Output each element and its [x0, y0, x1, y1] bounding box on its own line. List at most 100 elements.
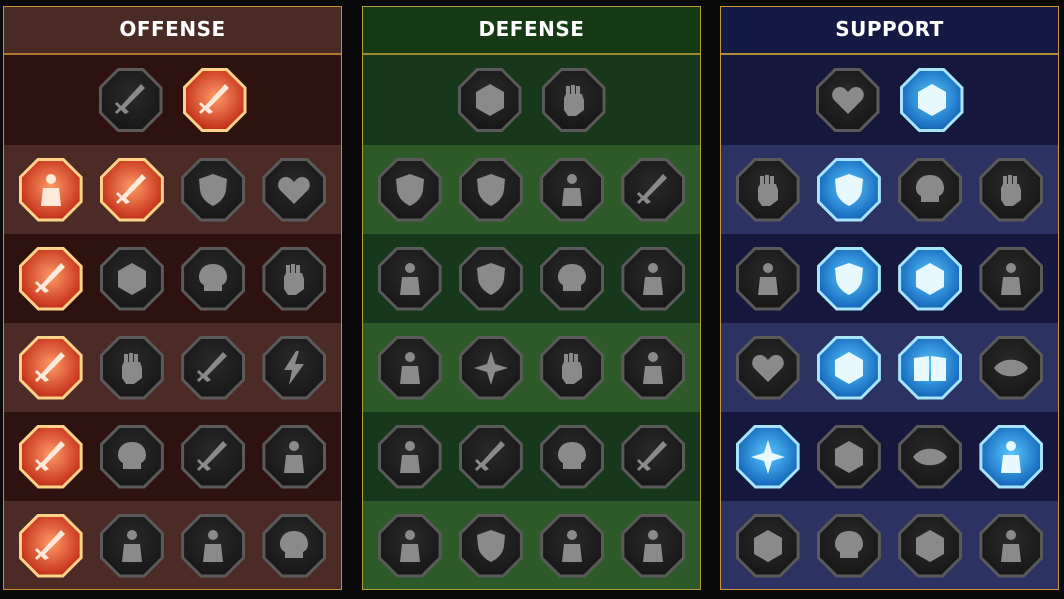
offense-skill-sparkling-sword[interactable] — [18, 513, 83, 578]
lightning-shield-icon — [834, 262, 863, 295]
support-tree-title: SUPPORT — [721, 7, 1058, 55]
offense-tier-5 — [4, 412, 341, 501]
support-skill-all-seeing-eye[interactable] — [898, 424, 963, 489]
offense-skill-knight-helm[interactable] — [99, 513, 164, 578]
defense-skill-dashing-runner[interactable] — [377, 424, 442, 489]
skill-icon-frame — [624, 516, 683, 575]
defense-tier-1 — [363, 55, 700, 145]
skill-icon-frame — [738, 249, 797, 308]
defense-skill-swirl-blade[interactable] — [621, 424, 686, 489]
offense-skill-raised-fist-slash[interactable] — [262, 246, 327, 311]
offense-skill-crossed-swords[interactable] — [98, 68, 163, 132]
shattered-ground-icon — [916, 262, 945, 295]
skull-mask-icon — [117, 441, 146, 469]
defense-skill-bearded-warrior[interactable] — [540, 513, 605, 578]
offense-tree-title: OFFENSE — [4, 7, 341, 55]
horned-demon-icon — [40, 173, 61, 206]
support-skill-shattered-ground[interactable] — [898, 246, 963, 311]
defense-skill-crowned-beast[interactable] — [377, 513, 442, 578]
defense-skill-bowman[interactable] — [377, 246, 442, 311]
slashing-sword-icon — [115, 173, 146, 204]
winged-skull-icon — [834, 530, 863, 558]
skill-icon-frame — [901, 338, 960, 397]
skill-icon-frame — [185, 71, 244, 129]
skill-icon-frame — [818, 71, 877, 129]
skill-icon-frame — [624, 249, 683, 308]
defense-skill-deflect-blade[interactable] — [621, 157, 686, 222]
support-skill-praying-hands[interactable] — [735, 157, 800, 222]
defense-skill-fist-ring[interactable] — [541, 68, 606, 132]
defense-skill-knight-shield[interactable] — [458, 246, 523, 311]
offense-skill-hammer-fist[interactable] — [99, 335, 164, 400]
support-tier-2 — [721, 145, 1058, 234]
offense-skill-horned-brute[interactable] — [181, 513, 246, 578]
offense-skill-cleaving-axe[interactable] — [181, 335, 246, 400]
hooded-figure-icon — [643, 262, 664, 295]
offense-skill-skull-mask[interactable] — [99, 424, 164, 489]
offense-skill-arrow-pierced-warrior[interactable] — [18, 246, 83, 311]
defense-skill-hooded-figure[interactable] — [621, 246, 686, 311]
offense-skill-shield-arrow[interactable] — [181, 157, 246, 222]
offense-skill-horned-demon[interactable] — [18, 157, 83, 222]
defense-skill-chevron-shield[interactable] — [377, 157, 442, 222]
offense-skill-slashing-sword[interactable] — [99, 157, 164, 222]
skill-icon-frame — [184, 516, 243, 575]
defense-skill-brawler[interactable] — [540, 157, 605, 222]
defense-skill-skull-heart[interactable] — [540, 246, 605, 311]
support-skill-lightning-shield[interactable] — [816, 246, 881, 311]
support-skill-eagle-head[interactable] — [979, 513, 1044, 578]
support-skill-fortress-gate[interactable] — [898, 513, 963, 578]
defense-skill-heart-shield[interactable] — [458, 157, 523, 222]
knight-shield-icon — [476, 262, 505, 295]
defense-skill-bull-head[interactable] — [621, 335, 686, 400]
defense-tier-4 — [363, 323, 700, 412]
defense-skill-spiked-skull[interactable] — [540, 424, 605, 489]
support-skill-speed-gauge[interactable] — [899, 68, 964, 132]
skill-icon-frame — [102, 160, 161, 219]
offense-skill-heart-burst[interactable] — [262, 157, 327, 222]
defense-skill-armor-plates[interactable] — [457, 68, 522, 132]
support-skill-pointing-hand[interactable] — [979, 157, 1044, 222]
offense-skill-strong-warrior[interactable] — [262, 424, 327, 489]
support-skill-guardian-shield[interactable] — [816, 157, 881, 222]
support-skill-shadow-figures[interactable] — [979, 246, 1044, 311]
support-skill-compass-star[interactable] — [735, 424, 800, 489]
heart-plus-icon — [831, 87, 864, 114]
skill-icon-frame — [819, 338, 878, 397]
support-skill-flaming-skull[interactable] — [898, 157, 963, 222]
offense-skill-burst-arrows[interactable] — [18, 424, 83, 489]
flexing-giant-icon — [643, 529, 664, 562]
skill-icon-frame — [738, 427, 797, 486]
defense-skill-triple-claw[interactable] — [458, 424, 523, 489]
offense-skill-helmed-skull-warrior[interactable] — [262, 513, 327, 578]
offense-skill-lightning-chain[interactable] — [262, 335, 327, 400]
support-skill-heart-plus[interactable] — [815, 68, 880, 132]
support-skill-potion-flask[interactable] — [735, 513, 800, 578]
support-skill-chained-heart[interactable] — [735, 335, 800, 400]
defense-skill-winged-shield[interactable] — [458, 513, 523, 578]
offense-skill-bleeding-dagger[interactable] — [18, 335, 83, 400]
skill-icon-frame — [461, 338, 520, 397]
defense-skill-hourglass-burst[interactable] — [458, 335, 523, 400]
defense-skill-rallying-crowd[interactable] — [377, 335, 442, 400]
defense-skill-flexing-giant[interactable] — [621, 513, 686, 578]
swift-boot-icon — [834, 440, 863, 473]
skill-icon-frame — [265, 516, 324, 575]
offense-skill-blade-slash[interactable] — [182, 68, 247, 132]
defense-skill-open-hand[interactable] — [540, 335, 605, 400]
offense-skill-fanged-jaw[interactable] — [99, 246, 164, 311]
support-skill-angry-eyes[interactable] — [979, 335, 1044, 400]
armor-plates-icon — [475, 84, 504, 116]
offense-skill-skull-slash[interactable] — [181, 246, 246, 311]
support-skill-swift-boot[interactable] — [816, 424, 881, 489]
skill-icon-frame — [543, 249, 602, 308]
support-skill-winged-skull[interactable] — [816, 513, 881, 578]
potion-flask-icon — [753, 529, 782, 562]
support-skill-voodoo-doll[interactable] — [979, 424, 1044, 489]
support-skill-blessed-figure[interactable] — [735, 246, 800, 311]
cleaving-axe-icon — [197, 351, 228, 382]
support-skill-open-book[interactable] — [898, 335, 963, 400]
support-tree-panel: SUPPORT — [720, 6, 1059, 590]
support-skill-fireball[interactable] — [816, 335, 881, 400]
offense-skill-circle-sword[interactable] — [181, 424, 246, 489]
